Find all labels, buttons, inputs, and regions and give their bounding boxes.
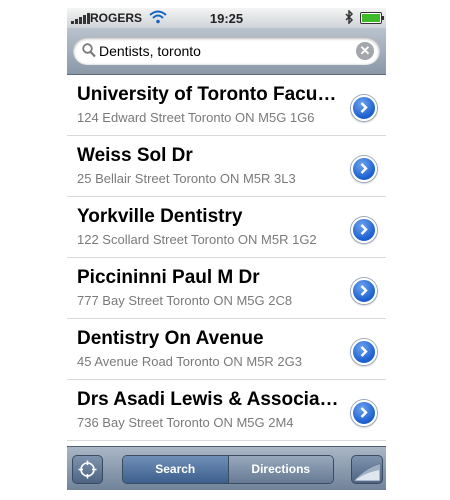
bottom-toolbar: Search Directions [67, 446, 386, 490]
search-bar: Dentists, toronto ✕ [67, 28, 386, 75]
chevron-right-icon[interactable] [351, 95, 377, 121]
list-item[interactable]: Drs Asadi Lewis & Associates 736 Bay Str… [67, 380, 386, 441]
search-icon [82, 43, 96, 63]
result-name: Weiss Sol Dr [77, 145, 193, 166]
results-list: University of Toronto Faculty of Dentist… [67, 75, 386, 446]
chevron-right-icon[interactable] [351, 278, 377, 304]
page-curl-icon [353, 463, 381, 482]
chevron-right-icon[interactable] [351, 339, 377, 365]
result-name: University of Toronto Faculty of Dentist… [77, 84, 339, 105]
chevron-right-icon[interactable] [351, 400, 377, 426]
page-curl-button[interactable] [351, 455, 383, 484]
iphone-screen: ROGERS 19:25 Dentists, toronto ✕ Univers… [67, 8, 386, 490]
result-name: Piccininni Paul M Dr [77, 267, 260, 288]
crosshair-icon [78, 460, 97, 479]
list-item[interactable]: University of Toronto Faculty of Dentist… [67, 75, 386, 136]
result-address: 736 Bay Street Toronto ON M5G 2M4 [77, 415, 294, 430]
result-address: 777 Bay Street Toronto ON M5G 2C8 [77, 293, 293, 308]
status-time: 19:25 [209, 11, 244, 26]
locate-button[interactable] [72, 455, 103, 484]
clear-icon[interactable]: ✕ [356, 42, 374, 60]
list-item[interactable]: Dentistry On Avenue 45 Avenue Road Toron… [67, 319, 386, 380]
directions-tab[interactable]: Directions [227, 456, 333, 483]
result-address: 25 Bellair Street Toronto ON M5R 3L3 [77, 171, 296, 186]
chevron-right-icon[interactable] [351, 217, 377, 243]
search-tab[interactable]: Search [123, 456, 228, 483]
mode-segmented-control: Search Directions [122, 455, 334, 484]
chevron-right-icon[interactable] [351, 156, 377, 182]
bluetooth-icon [344, 9, 354, 27]
list-item[interactable]: Yorkville Dentistry 122 Scollard Street … [67, 197, 386, 258]
result-address: 45 Avenue Road Toronto ON M5R 2G3 [77, 354, 302, 369]
list-item[interactable]: Piccininni Paul M Dr 777 Bay Street Toro… [67, 258, 386, 319]
result-name: Drs Asadi Lewis & Associates [77, 389, 339, 410]
result-address: 122 Scollard Street Toronto ON M5R 1G2 [77, 232, 317, 247]
result-name: Dentistry On Avenue [77, 328, 264, 349]
battery-charging-icon [360, 12, 384, 24]
result-address: 124 Edward Street Toronto ON M5G 1G6 [77, 110, 315, 125]
list-item[interactable]: Weiss Sol Dr 25 Bellair Street Toronto O… [67, 136, 386, 197]
result-name: Yorkville Dentistry [77, 206, 243, 227]
search-query: Dentists, toronto [99, 43, 201, 59]
search-input[interactable]: Dentists, toronto ✕ [73, 37, 380, 65]
status-bar: ROGERS 19:25 [67, 8, 386, 28]
